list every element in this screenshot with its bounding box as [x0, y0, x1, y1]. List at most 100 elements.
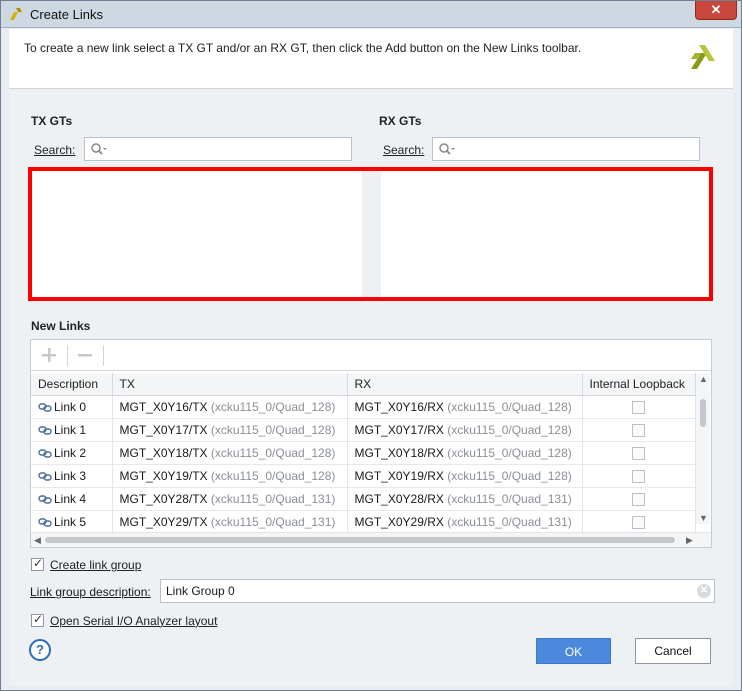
rx-gt-location: (xcku115_0/Quad_128) — [447, 422, 572, 437]
internal-loopback-checkbox[interactable] — [632, 400, 645, 414]
internal-loopback-cell[interactable] — [582, 395, 696, 419]
rx-search-input[interactable] — [432, 137, 700, 161]
rx-cell[interactable]: MGT_X0Y28/RX (xcku115_0/Quad_131) — [347, 487, 583, 511]
tx-cell[interactable]: MGT_X0Y16/TX (xcku115_0/Quad_128) — [112, 395, 348, 419]
new-links-panel: Description TX RX Internal Loopback Link… — [30, 339, 712, 548]
dialog-content: TX GTs Search: RX GTs Search: New Links … — [9, 90, 733, 686]
close-button[interactable]: ✕ — [695, 1, 737, 20]
internal-loopback-cell[interactable] — [582, 510, 696, 534]
link-description: Link 2 — [54, 445, 87, 460]
cancel-button[interactable]: Cancel — [635, 638, 711, 664]
rx-gt-location: (xcku115_0/Quad_128) — [447, 468, 572, 483]
rx-cell[interactable]: MGT_X0Y29/RX (xcku115_0/Quad_131) — [347, 510, 583, 534]
tx-search-input[interactable] — [84, 137, 352, 161]
link-description: Link 1 — [54, 422, 87, 437]
link-description-cell[interactable]: Link 3 — [31, 464, 113, 488]
tx-gts-heading: TX GTs — [31, 114, 73, 128]
rx-cell[interactable]: MGT_X0Y16/RX (xcku115_0/Quad_128) — [347, 395, 583, 419]
tx-search-label: Search: — [34, 143, 76, 157]
new-links-table: Description TX RX Internal Loopback Link… — [31, 373, 696, 534]
toolbar-separator — [67, 345, 68, 366]
scroll-down-arrow-icon[interactable]: ▼ — [699, 513, 708, 523]
internal-loopback-cell[interactable] — [582, 418, 696, 442]
link-group-description-field[interactable]: Link Group 0 ✕ — [160, 579, 715, 603]
link-icon — [38, 402, 52, 412]
table-row[interactable]: Link 4 MGT_X0Y28/TX (xcku115_0/Quad_131) M… — [31, 487, 696, 511]
rx-gts-heading: RX GTs — [379, 114, 422, 128]
tx-gt-name: MGT_X0Y19/TX — [119, 468, 208, 483]
rx-gt-location: (xcku115_0/Quad_128) — [447, 399, 572, 414]
create-links-dialog: Create Links ✕ To create a new link sele… — [0, 0, 742, 691]
link-description: Link 3 — [54, 468, 87, 483]
tx-cell[interactable]: MGT_X0Y28/TX (xcku115_0/Quad_131) — [112, 487, 348, 511]
internal-loopback-checkbox[interactable] — [632, 469, 645, 483]
internal-loopback-cell[interactable] — [582, 464, 696, 488]
scroll-up-arrow-icon[interactable]: ▲ — [699, 374, 708, 384]
internal-loopback-cell[interactable] — [582, 487, 696, 511]
new-links-heading: New Links — [31, 319, 91, 333]
table-row[interactable]: Link 2 MGT_X0Y18/TX (xcku115_0/Quad_128) M… — [31, 441, 696, 465]
rx-gt-list[interactable] — [381, 171, 709, 297]
create-link-group-label: Create link group — [50, 558, 142, 572]
column-header-description[interactable]: Description — [31, 373, 113, 396]
tx-gt-name: MGT_X0Y17/TX — [119, 422, 208, 437]
link-icon — [38, 448, 52, 458]
open-layout-label: Open Serial I/O Analyzer layout — [50, 614, 218, 628]
table-row[interactable]: Link 0 MGT_X0Y16/TX (xcku115_0/Quad_128) M… — [31, 395, 696, 419]
link-description-cell[interactable]: Link 2 — [31, 441, 113, 465]
help-button[interactable]: ? — [29, 639, 51, 661]
internal-loopback-checkbox[interactable] — [632, 515, 645, 529]
rx-cell[interactable]: MGT_X0Y18/RX (xcku115_0/Quad_128) — [347, 441, 583, 465]
horizontal-scrollbar[interactable]: ◀ ▶ — [31, 532, 711, 547]
create-link-group-checkbox[interactable] — [31, 556, 44, 571]
instruction-text: To create a new link select a TX GT and/… — [24, 41, 582, 55]
internal-loopback-checkbox[interactable] — [632, 423, 645, 437]
link-icon — [38, 425, 52, 435]
column-header-tx[interactable]: TX — [112, 373, 348, 396]
tx-cell[interactable]: MGT_X0Y29/TX (xcku115_0/Quad_131) — [112, 510, 348, 534]
vertical-scroll-thumb[interactable] — [700, 399, 706, 427]
gt-lists-highlight — [28, 167, 713, 301]
tx-cell[interactable]: MGT_X0Y17/TX (xcku115_0/Quad_128) — [112, 418, 348, 442]
rx-cell[interactable]: MGT_X0Y19/RX (xcku115_0/Quad_128) — [347, 464, 583, 488]
clear-icon[interactable]: ✕ — [697, 584, 711, 598]
rx-gt-location: (xcku115_0/Quad_131) — [447, 491, 572, 506]
add-icon[interactable] — [40, 346, 58, 364]
rx-gt-name: MGT_X0Y17/RX — [354, 422, 444, 437]
internal-loopback-checkbox[interactable] — [632, 446, 645, 460]
xilinx-app-icon — [10, 8, 22, 20]
vertical-scrollbar[interactable]: ▲ ▼ — [696, 373, 710, 524]
tx-gt-list[interactable] — [32, 171, 362, 297]
table-row[interactable]: Link 1 MGT_X0Y17/TX (xcku115_0/Quad_128) M… — [31, 418, 696, 442]
rx-gt-name: MGT_X0Y19/RX — [354, 468, 444, 483]
table-row[interactable]: Link 3 MGT_X0Y19/TX (xcku115_0/Quad_128) M… — [31, 464, 696, 488]
open-layout-checkbox[interactable] — [31, 612, 44, 627]
internal-loopback-checkbox[interactable] — [632, 492, 645, 506]
tx-gt-location: (xcku115_0/Quad_131) — [210, 491, 336, 506]
remove-icon[interactable] — [76, 346, 94, 364]
tx-cell[interactable]: MGT_X0Y18/TX (xcku115_0/Quad_128) — [112, 441, 348, 465]
table-row[interactable]: Link 5 MGT_X0Y29/TX (xcku115_0/Quad_131) M… — [31, 510, 696, 534]
tx-cell[interactable]: MGT_X0Y19/TX (xcku115_0/Quad_128) — [112, 464, 348, 488]
link-description-cell[interactable]: Link 5 — [31, 510, 113, 534]
column-header-internal-loopback[interactable]: Internal Loopback — [582, 373, 696, 396]
link-icon — [38, 494, 52, 504]
horizontal-scroll-thumb[interactable] — [45, 537, 675, 543]
link-description-cell[interactable]: Link 1 — [31, 418, 113, 442]
link-description-cell[interactable]: Link 0 — [31, 395, 113, 419]
rx-gt-name: MGT_X0Y18/RX — [354, 445, 444, 460]
scroll-left-arrow-icon[interactable]: ◀ — [34, 535, 41, 546]
rx-gt-name: MGT_X0Y29/RX — [354, 514, 444, 529]
rx-cell[interactable]: MGT_X0Y17/RX (xcku115_0/Quad_128) — [347, 418, 583, 442]
link-group-description-label: Link group description: — [30, 585, 151, 599]
tx-gt-location: (xcku115_0/Quad_128) — [210, 422, 336, 437]
link-description: Link 0 — [54, 399, 87, 414]
internal-loopback-cell[interactable] — [582, 441, 696, 465]
column-header-rx[interactable]: RX — [347, 373, 583, 396]
rx-gt-location: (xcku115_0/Quad_131) — [447, 514, 572, 529]
search-icon — [439, 143, 455, 155]
scroll-right-arrow-icon[interactable]: ▶ — [686, 535, 693, 546]
ok-button[interactable]: OK — [536, 638, 611, 664]
window-title: Create Links — [30, 7, 103, 22]
link-description-cell[interactable]: Link 4 — [31, 487, 113, 511]
